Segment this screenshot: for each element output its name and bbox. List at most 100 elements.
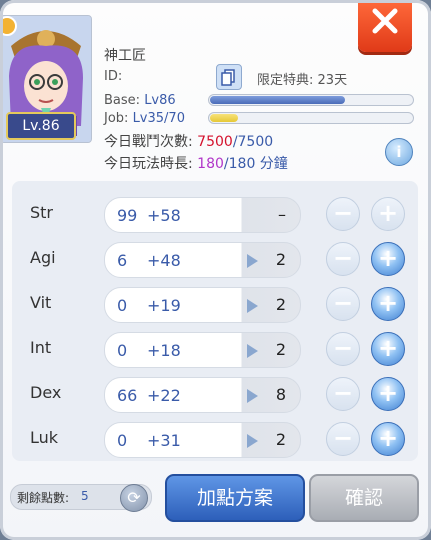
- increase-str-button[interactable]: +: [371, 197, 405, 231]
- base-exp-fill: [210, 96, 346, 104]
- stat-row-int: Int 0 +18 2 − +: [12, 326, 418, 370]
- stat-bonus: +31: [147, 431, 181, 450]
- stat-bonus: +48: [147, 251, 181, 270]
- decrease-vit-button[interactable]: −: [326, 287, 360, 321]
- decrease-str-button[interactable]: −: [326, 197, 360, 231]
- increase-dex-button[interactable]: +: [371, 377, 405, 411]
- stat-name: Dex: [30, 383, 62, 402]
- job-label: Job: Lv35/70: [104, 111, 185, 126]
- base-level: Lv86: [144, 93, 176, 108]
- stat-name: Luk: [30, 428, 59, 447]
- battle-max: /7500: [232, 134, 274, 150]
- base-label-text: Base:: [104, 93, 141, 108]
- job-exp-fill: [210, 114, 239, 122]
- minus-icon: −: [332, 199, 354, 227]
- job-exp-bar: [208, 112, 414, 124]
- play-label: 今日玩法時長:: [104, 156, 193, 172]
- info-icon: i: [396, 143, 402, 161]
- stat-cost: 2: [275, 250, 286, 269]
- confirm-button[interactable]: 確認: [309, 474, 419, 522]
- decrease-int-button[interactable]: −: [326, 332, 360, 366]
- stat-base: 6: [117, 251, 128, 270]
- copy-id-button[interactable]: [216, 64, 242, 90]
- stat-name: Str: [30, 203, 54, 222]
- info-button[interactable]: i: [385, 138, 413, 166]
- remaining-value: 5: [81, 489, 89, 503]
- battle-count: 今日戰鬥次數: 7500/7500: [104, 131, 273, 151]
- play-max: /180 分鐘: [223, 156, 288, 172]
- plus-icon: +: [377, 379, 399, 407]
- close-icon: [372, 8, 398, 34]
- stat-base: 99: [117, 206, 138, 225]
- stat-base: 0: [117, 296, 128, 315]
- stat-base: 0: [117, 431, 128, 450]
- base-label: Base: Lv86: [104, 93, 176, 108]
- stat-cost: 8: [275, 385, 286, 404]
- stat-row-agi: Agi 6 +48 2 − +: [12, 236, 418, 280]
- decrease-agi-button[interactable]: −: [326, 242, 360, 276]
- play-time: 今日玩法時長: 180/180 分鐘: [104, 153, 288, 173]
- plus-icon: +: [377, 334, 399, 362]
- stat-bonus: +22: [147, 386, 181, 405]
- id-label: ID:: [104, 69, 123, 84]
- increase-vit-button[interactable]: +: [371, 287, 405, 321]
- play-current: 180: [197, 156, 224, 172]
- stat-value-box: 0 +31 2: [104, 422, 301, 458]
- plan-button[interactable]: 加點方案: [165, 474, 305, 522]
- minus-icon: −: [332, 334, 354, 362]
- privilege-label: 限定特典: [257, 73, 310, 88]
- privilege-info: 限定特典: 23天: [257, 73, 348, 88]
- level-badge: Lv.86: [6, 112, 76, 140]
- play-arrow-icon: [247, 254, 258, 268]
- stat-value-box: 99 +58 –: [104, 197, 301, 233]
- stat-value-box: 0 +18 2: [104, 332, 301, 368]
- stat-value-box: 6 +48 2: [104, 242, 301, 278]
- reset-points-button[interactable]: ⟳: [120, 484, 148, 512]
- stat-value-box: 66 +22 8: [104, 377, 301, 413]
- character-name: 神工匠: [104, 48, 146, 64]
- minus-icon: −: [332, 424, 354, 452]
- stat-name: Int: [30, 338, 52, 357]
- stat-row-dex: Dex 66 +22 8 − +: [12, 371, 418, 415]
- close-button[interactable]: [358, 0, 412, 52]
- decrease-luk-button[interactable]: −: [326, 422, 360, 456]
- plus-icon: +: [377, 244, 399, 272]
- increase-luk-button[interactable]: +: [371, 422, 405, 456]
- stat-cost: –: [278, 205, 286, 224]
- play-arrow-icon: [247, 299, 258, 313]
- minus-icon: −: [332, 379, 354, 407]
- stat-cost: 2: [275, 295, 286, 314]
- stats-list: Str 99 +58– − + Agi 6 +48 2− + Vit 0 +19 2− + Int 0 +18 2−…: [12, 181, 418, 461]
- stat-base: 0: [117, 341, 128, 360]
- base-exp-bar: [208, 94, 414, 106]
- stat-bonus: +18: [147, 341, 181, 360]
- stat-cost: 2: [275, 430, 286, 449]
- minus-icon: −: [332, 289, 354, 317]
- copy-icon: [221, 69, 235, 86]
- privilege-value: 23天: [317, 73, 348, 88]
- decrease-dex-button[interactable]: −: [326, 377, 360, 411]
- stat-row-luk: Luk 0 +31 2 − +: [12, 416, 418, 460]
- stat-name: Agi: [30, 248, 56, 267]
- plus-icon: +: [377, 289, 399, 317]
- stat-row-vit: Vit 0 +19 2 − +: [12, 281, 418, 325]
- refresh-icon: ⟳: [127, 488, 141, 507]
- increase-agi-button[interactable]: +: [371, 242, 405, 276]
- job-label-text: Job:: [104, 111, 129, 126]
- play-arrow-icon: [247, 434, 258, 448]
- play-arrow-icon: [247, 344, 258, 358]
- battle-label: 今日戰鬥次數:: [104, 134, 193, 150]
- stat-base: 66: [117, 386, 138, 405]
- stat-row-str: Str 99 +58 – − +: [12, 191, 418, 235]
- battle-current: 7500: [197, 134, 233, 150]
- increase-int-button[interactable]: +: [371, 332, 405, 366]
- stat-bonus: +19: [147, 296, 181, 315]
- plus-icon: +: [377, 199, 399, 227]
- stat-value-box: 0 +19 2: [104, 287, 301, 323]
- play-arrow-icon: [247, 389, 258, 403]
- minus-icon: −: [332, 244, 354, 272]
- stat-cost: 2: [275, 340, 286, 359]
- stat-bonus: +58: [147, 206, 181, 225]
- remaining-label: 剩餘點數:: [17, 491, 70, 505]
- plus-icon: +: [377, 424, 399, 452]
